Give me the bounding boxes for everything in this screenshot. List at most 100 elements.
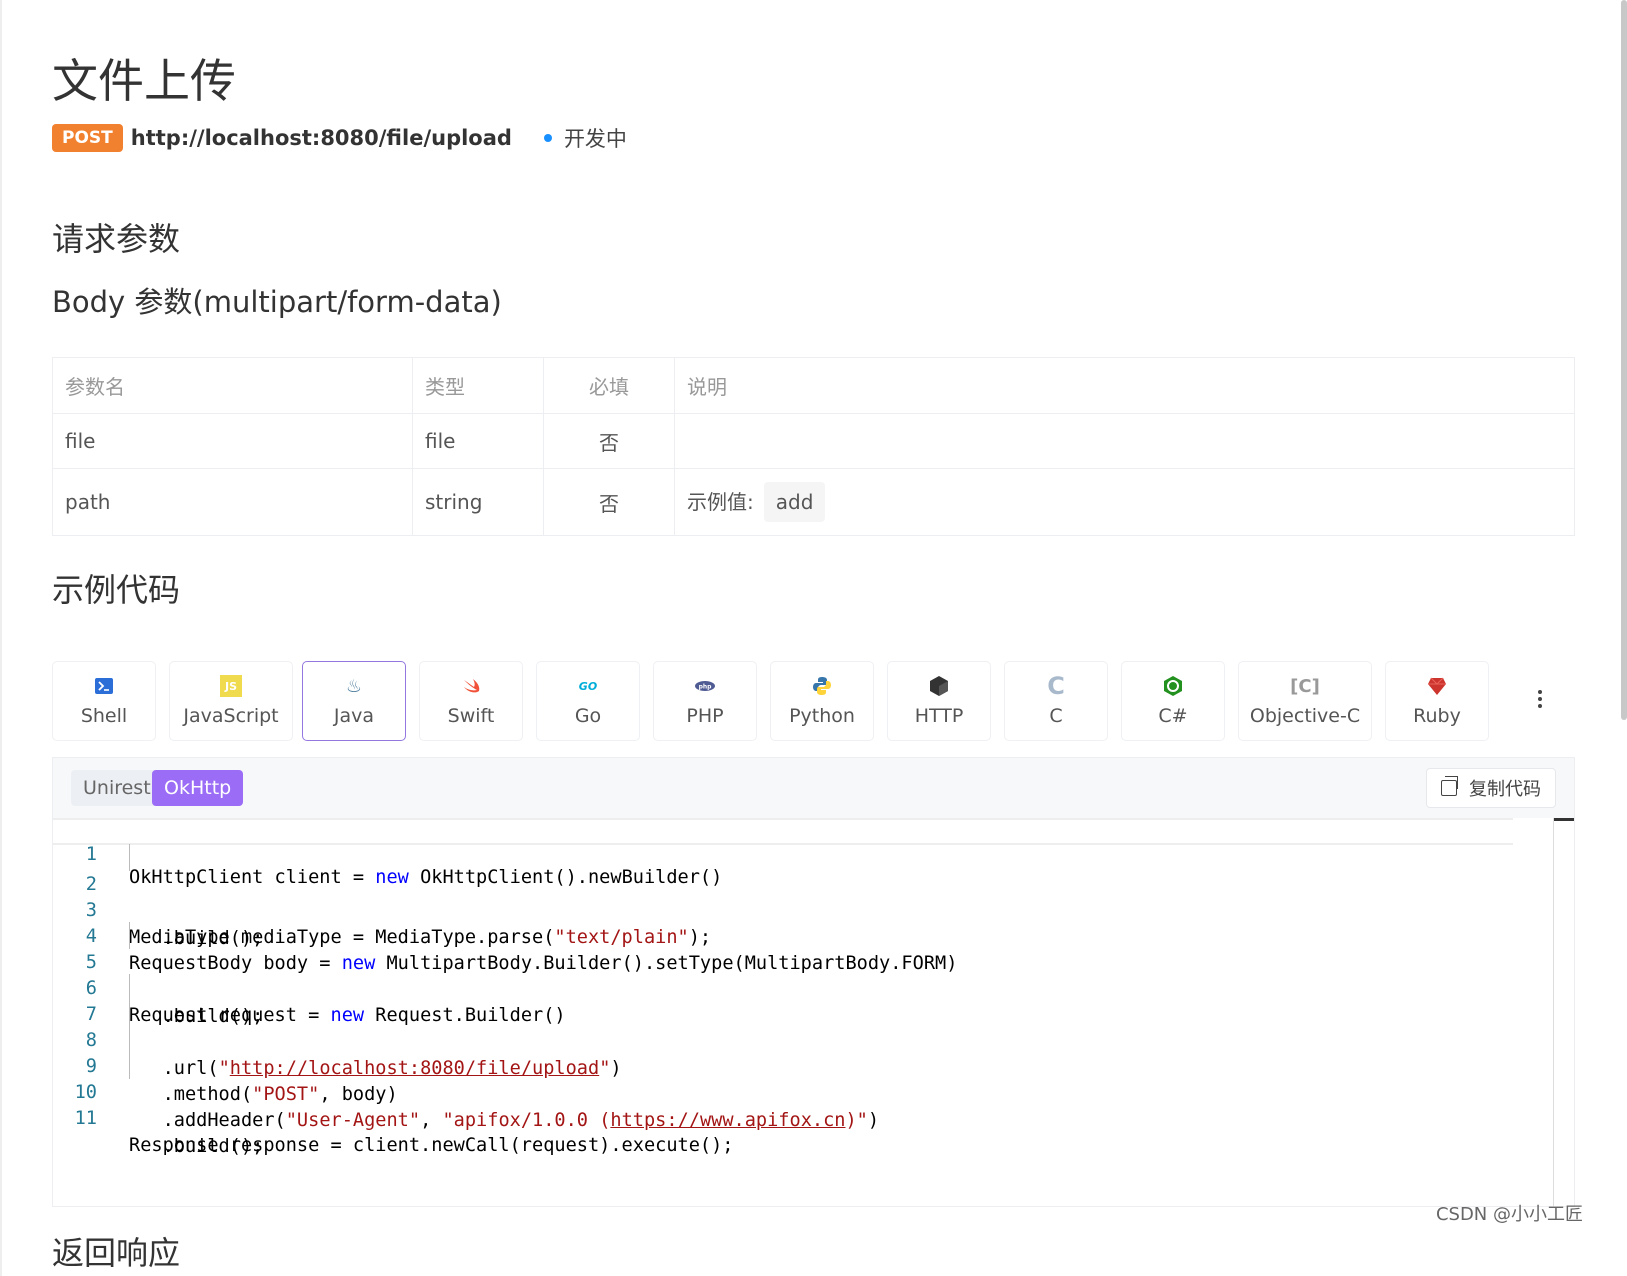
header-type: 类型 — [412, 357, 544, 414]
code-line: 5 .build(); — [53, 922, 263, 1027]
section-response: 返回响应 — [52, 1234, 181, 1272]
javascript-icon: JS — [220, 675, 242, 697]
table-row: file file 否 — [52, 413, 1575, 469]
endpoint-line: POST http://localhost:8080/file/upload 开… — [52, 122, 627, 154]
indent-guide — [129, 844, 130, 871]
http-icon — [928, 675, 950, 697]
code-line: 11 Response response = client.newCall(re… — [53, 1078, 734, 1156]
param-name: path — [52, 468, 413, 536]
section-example-code: 示例代码 — [52, 571, 181, 609]
param-type: file — [412, 413, 544, 469]
example-value: add — [763, 482, 826, 522]
java-icon: ♨ — [345, 675, 363, 697]
go-icon: GO — [578, 679, 598, 693]
code-toolbar: Unirest OkHttp 复制代码 — [53, 758, 1574, 818]
tab-shell[interactable]: Shell — [52, 661, 156, 741]
code-text: Response response = client.newCall(reque… — [129, 1135, 734, 1156]
code-text: .method("POST", body) — [129, 1084, 398, 1105]
swift-icon — [460, 675, 482, 697]
endpoint-url[interactable]: http://localhost:8080/file/upload — [131, 126, 512, 150]
watermark: CSDN @小小工匠 — [1435, 1204, 1583, 1225]
code-text: .url("http://localhost:8080/file/upload"… — [129, 1058, 622, 1079]
tab-label: Ruby — [1413, 705, 1461, 727]
code-line: 6 Request request = new Request.Builder(… — [53, 948, 566, 1026]
code-scroll-thumb[interactable] — [1554, 818, 1574, 821]
method-badge: POST — [52, 124, 123, 152]
tab-http[interactable]: HTTP — [887, 661, 991, 741]
tab-label: PHP — [686, 705, 724, 727]
c-icon: C — [1047, 672, 1065, 700]
tab-label: Go — [574, 705, 602, 727]
page-title: 文件上传 — [52, 54, 236, 108]
csharp-icon — [1162, 675, 1184, 697]
tab-label: C# — [1158, 705, 1188, 727]
page-left-border — [0, 0, 2, 1276]
tab-java[interactable]: ♨ Java — [302, 661, 406, 741]
python-icon — [811, 675, 833, 697]
page-scrollbar[interactable] — [1621, 0, 1627, 720]
subtab-okhttp[interactable]: OkHttp — [152, 770, 244, 806]
code-text: Request request = new Request.Builder() — [129, 1005, 566, 1026]
line-number: 11 — [74, 1108, 97, 1129]
param-type: string — [412, 468, 544, 536]
status-dot-icon — [543, 134, 552, 142]
tab-swift[interactable]: Swift — [419, 661, 523, 741]
tab-ruby[interactable]: Ruby — [1385, 661, 1489, 741]
example-label: 示例值: — [687, 490, 754, 514]
code-text: OkHttpClient client = new OkHttpClient()… — [129, 867, 723, 888]
param-name: file — [52, 413, 413, 469]
code-line: 7 .url("http://localhost:8080/file/uploa… — [53, 974, 622, 1079]
ruby-icon — [1426, 675, 1448, 697]
code-panel: Unirest OkHttp 复制代码 1 OkHttpClient clien… — [52, 757, 1575, 1207]
params-table: 参数名 类型 必填 说明 file file 否 path string 否 示… — [52, 357, 1575, 536]
code-line: 10 .build(); — [53, 1052, 263, 1157]
tab-php[interactable]: php PHP — [653, 661, 757, 741]
tab-objective-c[interactable]: [C] Objective-C — [1238, 661, 1372, 741]
copy-code-button[interactable]: 复制代码 — [1426, 768, 1556, 808]
header-description: 说明 — [674, 357, 1575, 414]
tab-label: Shell — [80, 705, 128, 727]
indent-guide — [129, 1052, 130, 1079]
tab-csharp[interactable]: C# — [1121, 661, 1225, 741]
copy-icon — [1441, 776, 1458, 796]
section-body-params: Body 参数(multipart/form-data) — [52, 285, 502, 319]
code-line: 1 OkHttpClient client = new OkHttpClient… — [53, 818, 1513, 888]
param-required: 否 — [543, 413, 675, 469]
tab-label: C — [1049, 705, 1063, 727]
more-languages-icon[interactable] — [1530, 679, 1550, 719]
code-editor[interactable]: 1 OkHttpClient client = new OkHttpClient… — [53, 818, 1574, 1206]
tab-c[interactable]: C C — [1004, 661, 1108, 741]
header-required: 必填 — [543, 357, 675, 414]
tab-go[interactable]: GO Go — [536, 661, 640, 741]
indent-guide — [129, 974, 130, 1001]
indent-guide — [129, 1000, 130, 1027]
tab-label: Java — [333, 705, 375, 727]
tab-label: Python — [789, 705, 855, 727]
status-text: 开发中 — [563, 127, 627, 151]
php-icon: php — [694, 675, 716, 697]
table-row: path string 否 示例值: add — [52, 468, 1575, 536]
tab-python[interactable]: Python — [770, 661, 874, 741]
code-scrollbar[interactable] — [1553, 818, 1554, 1206]
code-line: 3 MediaType mediaType = MediaType.parse(… — [53, 870, 711, 948]
param-required: 否 — [543, 468, 675, 536]
tab-javascript[interactable]: JS JavaScript — [169, 661, 293, 741]
code-line: 2 .build(); — [53, 844, 263, 949]
svg-text:php: php — [699, 684, 713, 691]
code-text: .addHeader("User-Agent", "apifox/1.0.0 (… — [129, 1110, 880, 1131]
table-header-row: 参数名 类型 必填 说明 — [52, 357, 1575, 414]
objective-c-icon: [C] — [1290, 675, 1320, 697]
tab-label: JavaScript — [183, 705, 279, 727]
shell-icon — [93, 675, 115, 697]
language-tabs: Shell JS JavaScript ♨ Java Swift GO Go p… — [52, 661, 1575, 743]
code-line: 8 .method("POST", body) — [53, 1000, 398, 1105]
code-line: 9 .addHeader("User-Agent", "apifox/1.0.0… — [53, 1026, 879, 1131]
tab-label: Swift — [447, 705, 495, 727]
copy-code-label: 复制代码 — [1469, 779, 1541, 800]
header-param-name: 参数名 — [52, 357, 413, 414]
code-text: MediaType mediaType = MediaType.parse("t… — [129, 927, 712, 948]
indent-guide — [129, 1026, 130, 1053]
subtab-unirest[interactable]: Unirest — [71, 770, 163, 806]
section-request-params: 请求参数 — [52, 220, 181, 258]
code-text: RequestBody body = new MultipartBody.Bui… — [129, 953, 958, 974]
